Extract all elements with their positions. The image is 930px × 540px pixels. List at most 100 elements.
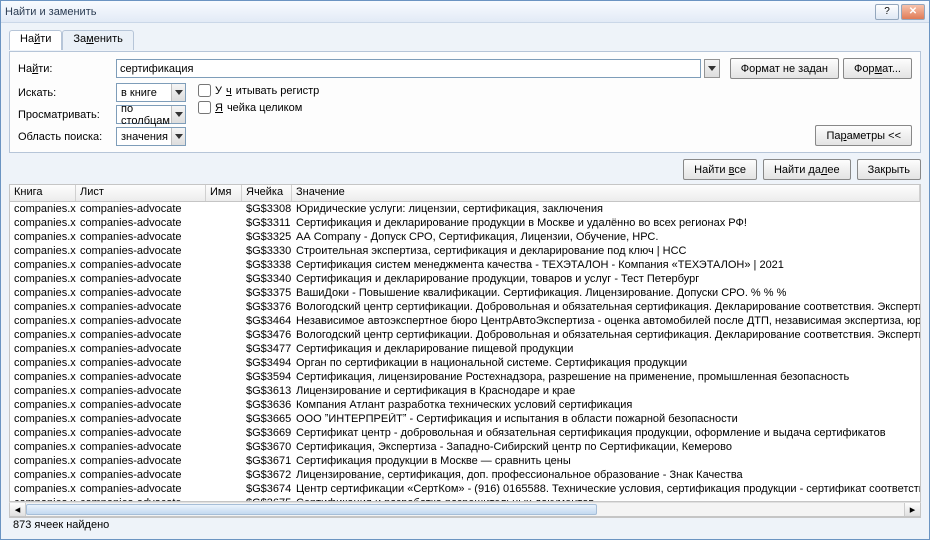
scroll-left-arrow[interactable]: ◂ bbox=[10, 503, 26, 516]
cell-book: companies.xlsx bbox=[10, 231, 76, 243]
cell-sheet: companies-advocate bbox=[76, 259, 206, 271]
cell-value: Компания Атлант разработка технических у… bbox=[292, 399, 920, 411]
scroll-thumb[interactable] bbox=[26, 504, 597, 515]
window-title: Найти и заменить bbox=[5, 6, 873, 18]
table-row[interactable]: companies.xlsxcompanies-advocate$G$3613Л… bbox=[10, 384, 920, 398]
table-row[interactable]: companies.xlsxcompanies-advocate$G$3671С… bbox=[10, 454, 920, 468]
cell-value: Центр сертификации «СертКом» - (916) 016… bbox=[292, 483, 920, 495]
cell-value: Вологодский центр сертификации. Добровол… bbox=[292, 329, 920, 341]
col-name[interactable]: Имя bbox=[206, 185, 242, 201]
search-in-select[interactable]: в книге bbox=[116, 83, 186, 102]
results-header: Книга Лист Имя Ячейка Значение bbox=[9, 184, 921, 202]
client-area: Найти Заменить Найти: Формат не задан Фо… bbox=[1, 23, 929, 539]
table-row[interactable]: companies.xlsxcompanies-advocate$G$3477С… bbox=[10, 342, 920, 356]
cell-sheet: companies-advocate bbox=[76, 385, 206, 397]
cell-book: companies.xlsx bbox=[10, 259, 76, 271]
cell-cell: $G$3477 bbox=[242, 343, 292, 355]
table-row[interactable]: companies.xlsxcompanies-advocate$G$3311С… bbox=[10, 216, 920, 230]
table-row[interactable]: companies.xlsxcompanies-advocate$G$3636К… bbox=[10, 398, 920, 412]
table-row[interactable]: companies.xlsxcompanies-advocate$G$3376В… bbox=[10, 300, 920, 314]
cell-book: companies.xlsx bbox=[10, 329, 76, 341]
options-selects: Искать: в книге Просматривать: по столбц… bbox=[18, 83, 186, 146]
cell-book: companies.xlsx bbox=[10, 413, 76, 425]
cell-cell: $G$3674 bbox=[242, 483, 292, 495]
table-row[interactable]: companies.xlsxcompanies-advocate$G$3670С… bbox=[10, 440, 920, 454]
cell-cell: $G$3671 bbox=[242, 455, 292, 467]
status-bar: 873 ячеек найдено bbox=[9, 517, 921, 535]
table-row[interactable]: companies.xlsxcompanies-advocate$G$3464Н… bbox=[10, 314, 920, 328]
table-row[interactable]: companies.xlsxcompanies-advocate$G$3665О… bbox=[10, 412, 920, 426]
cell-sheet: companies-advocate bbox=[76, 245, 206, 257]
chevron-down-icon bbox=[171, 128, 185, 145]
cell-cell: $G$3665 bbox=[242, 413, 292, 425]
find-next-button[interactable]: Найти далее bbox=[763, 159, 851, 180]
cell-cell: $G$3340 bbox=[242, 273, 292, 285]
table-row[interactable]: companies.xlsxcompanies-advocate$G$3494О… bbox=[10, 356, 920, 370]
look-in-label: Область поиска: bbox=[18, 131, 112, 143]
cell-cell: $G$3670 bbox=[242, 441, 292, 453]
col-sheet[interactable]: Лист bbox=[76, 185, 206, 201]
cell-cell: $G$3375 bbox=[242, 287, 292, 299]
format-not-set-button[interactable]: Формат не задан bbox=[730, 58, 839, 79]
scroll-track[interactable] bbox=[26, 503, 904, 516]
col-book[interactable]: Книга bbox=[10, 185, 76, 201]
cell-book: companies.xlsx bbox=[10, 203, 76, 215]
view-select[interactable]: по столбцам bbox=[116, 105, 186, 124]
cell-book: companies.xlsx bbox=[10, 315, 76, 327]
table-row[interactable]: companies.xlsxcompanies-advocate$G$3340С… bbox=[10, 272, 920, 286]
view-label: Просматривать: bbox=[18, 109, 112, 121]
tabs: Найти Заменить bbox=[9, 29, 921, 49]
tab-find[interactable]: Найти bbox=[9, 30, 62, 50]
find-history-dropdown[interactable] bbox=[704, 59, 720, 78]
col-cell[interactable]: Ячейка bbox=[242, 185, 292, 201]
cell-book: companies.xlsx bbox=[10, 455, 76, 467]
table-row[interactable]: companies.xlsxcompanies-advocate$G$3669С… bbox=[10, 426, 920, 440]
results-list[interactable]: companies.xlsxcompanies-advocate$G$3308Ю… bbox=[9, 202, 921, 502]
table-row[interactable]: companies.xlsxcompanies-advocate$G$3375В… bbox=[10, 286, 920, 300]
col-value[interactable]: Значение bbox=[292, 185, 920, 201]
find-all-button[interactable]: Найти все bbox=[683, 159, 757, 180]
table-row[interactable]: companies.xlsxcompanies-advocate$G$3476В… bbox=[10, 328, 920, 342]
cell-cell: $G$3613 bbox=[242, 385, 292, 397]
cell-cell: $G$3594 bbox=[242, 371, 292, 383]
whole-cell-check[interactable]: Ячейка целиком bbox=[198, 101, 319, 114]
params-button[interactable]: Параметры << bbox=[815, 125, 912, 146]
cell-value: АА Company - Допуск СРО, Сертификация, Л… bbox=[292, 231, 920, 243]
table-row[interactable]: companies.xlsxcompanies-advocate $G$3674Ц… bbox=[10, 482, 920, 496]
close-button[interactable]: Закрыть bbox=[857, 159, 921, 180]
find-label: Найти: bbox=[18, 63, 112, 75]
cell-cell: $G$3338 bbox=[242, 259, 292, 271]
find-input[interactable] bbox=[116, 59, 701, 78]
match-case-check[interactable]: Учитывать регистр bbox=[198, 84, 319, 97]
cell-cell: $G$3636 bbox=[242, 399, 292, 411]
find-replace-window: Найти и заменить ? ✕ Найти Заменить Найт… bbox=[0, 0, 930, 540]
cell-book: companies.xlsx bbox=[10, 217, 76, 229]
help-button[interactable]: ? bbox=[875, 4, 899, 20]
cell-book: companies.xlsx bbox=[10, 385, 76, 397]
cell-value: Независимое автоэкспертное бюро ЦентрАвт… bbox=[292, 315, 920, 327]
format-button[interactable]: Формат... bbox=[843, 58, 912, 79]
close-window-button[interactable]: ✕ bbox=[901, 4, 925, 20]
table-row[interactable]: companies.xlsxcompanies-advocate$G$3594С… bbox=[10, 370, 920, 384]
cell-sheet: companies-advocate bbox=[76, 203, 206, 215]
cell-cell: $G$3494 bbox=[242, 357, 292, 369]
table-row[interactable]: companies.xlsxcompanies-advocate$G$3338С… bbox=[10, 258, 920, 272]
cell-sheet: companies-advocate bbox=[76, 469, 206, 481]
cell-value: Сертификация и декларирование пищевой пр… bbox=[292, 343, 920, 355]
titlebar[interactable]: Найти и заменить ? ✕ bbox=[1, 1, 929, 23]
cell-cell: $G$3476 bbox=[242, 329, 292, 341]
cell-cell: $G$3330 bbox=[242, 245, 292, 257]
table-row[interactable]: companies.xlsxcompanies-advocate$G$3672Л… bbox=[10, 468, 920, 482]
cell-book: companies.xlsx bbox=[10, 301, 76, 313]
cell-value: Сертификация, Экспертиза - Западно-Сибир… bbox=[292, 441, 920, 453]
table-row[interactable]: companies.xlsxcompanies-advocate$G$3325А… bbox=[10, 230, 920, 244]
scroll-right-arrow[interactable]: ▸ bbox=[904, 503, 920, 516]
table-row[interactable]: companies.xlsxcompanies-advocate$G$3330С… bbox=[10, 244, 920, 258]
tab-replace[interactable]: Заменить bbox=[62, 30, 133, 50]
table-row[interactable]: companies.xlsxcompanies-advocate$G$3308Ю… bbox=[10, 202, 920, 216]
horizontal-scrollbar[interactable]: ◂ ▸ bbox=[9, 502, 921, 517]
cell-cell: $G$3311 bbox=[242, 217, 292, 229]
look-in-select[interactable]: значения bbox=[116, 127, 186, 146]
cell-book: companies.xlsx bbox=[10, 483, 76, 495]
cell-sheet: companies-advocate bbox=[76, 483, 206, 495]
